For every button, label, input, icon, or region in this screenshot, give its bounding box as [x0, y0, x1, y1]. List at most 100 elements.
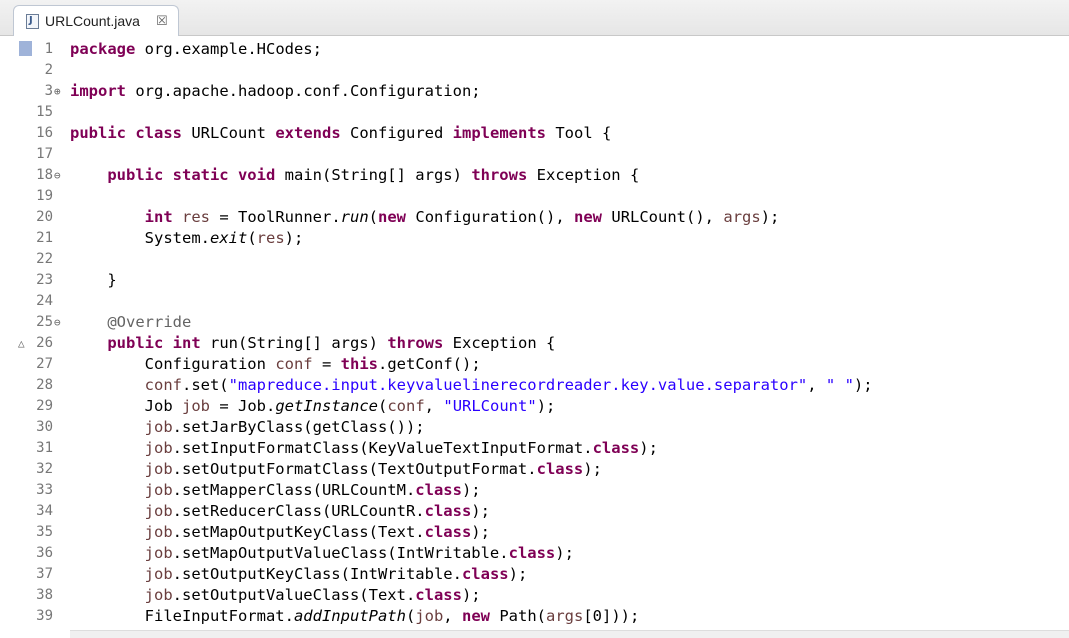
collapse-fold-icon[interactable]: ⊖: [54, 312, 61, 333]
line-number: 26: [36, 335, 53, 351]
line-number: 19: [36, 188, 53, 204]
code-editor[interactable]: 1 package org.example.HCodes; 2 3 ⊕ import or…: [0, 36, 1069, 637]
code-token: );: [471, 502, 490, 520]
code-text: }: [70, 270, 116, 291]
code-token: exit: [209, 229, 248, 247]
code-text: Job job = Job.getInstance(conf, "URLCoun…: [70, 396, 556, 417]
code-text: public int run(String[] args) throws Exc…: [70, 333, 555, 354]
code-token: org.example.HCodes;: [144, 40, 322, 58]
code-token: this: [340, 355, 378, 373]
code-token: public int: [107, 334, 201, 352]
code-token: Tool {: [555, 124, 612, 142]
code-token: throws: [471, 166, 528, 184]
code-token: job: [144, 502, 173, 520]
code-token: .setReducerClass(URLCountR.: [172, 502, 425, 520]
code-token: job: [144, 544, 173, 562]
code-token: (: [247, 229, 257, 247]
code-token: );: [583, 460, 602, 478]
code-token: class: [424, 523, 472, 541]
line-number: 33: [36, 482, 53, 498]
code-token: job: [144, 523, 173, 541]
line-number: 22: [36, 251, 53, 267]
line-number: 30: [36, 419, 53, 435]
code-token: job: [182, 397, 210, 415]
code-token: public class: [70, 124, 182, 142]
line-number: 29: [36, 398, 53, 414]
code-token: =: [321, 355, 332, 373]
line-number: 27: [36, 356, 53, 372]
line-number: 21: [36, 230, 53, 246]
code-token: run: [340, 208, 369, 226]
code-token: FileInputFormat.: [70, 607, 294, 625]
code-token: ,: [443, 607, 453, 625]
code-token: extends: [275, 124, 341, 142]
line-number: 39: [36, 608, 53, 624]
code-text: conf.set("mapreduce.input.keyvaluelinere…: [70, 375, 873, 396]
tab-title: URLCount.java: [45, 13, 140, 29]
expand-fold-icon[interactable]: ⊕: [54, 81, 61, 102]
code-text: job.setReducerClass(URLCountR.class);: [70, 501, 490, 522]
code-token: res: [256, 229, 285, 247]
code-token: job: [144, 565, 173, 583]
code-token: job: [144, 460, 173, 478]
code-token: class: [424, 502, 472, 520]
code-token: class: [415, 481, 462, 499]
line-number: 38: [36, 587, 53, 603]
line-number: 23: [36, 272, 53, 288]
code-token: .setJarByClass(getClass());: [172, 418, 425, 436]
code-text: job.setMapOutputValueClass(IntWritable.c…: [70, 543, 574, 564]
code-token: getInstance: [275, 397, 378, 415]
collapse-fold-icon[interactable]: ⊖: [54, 165, 61, 186]
code-text: public static void main(String[] args) t…: [70, 165, 639, 186]
code-token: );: [508, 565, 528, 583]
editor-tab-bar: URLCount.java ☒: [0, 0, 1069, 36]
code-token: " ": [825, 376, 854, 394]
code-token: Exception {: [536, 166, 640, 184]
code-text: import org.apache.hadoop.conf.Configurat…: [70, 81, 481, 102]
line-number: 32: [36, 461, 53, 477]
tab-urlcount-java[interactable]: URLCount.java ☒: [13, 5, 179, 36]
code-token: .setMapperClass(URLCountM.: [172, 481, 416, 499]
code-token: );: [461, 586, 481, 604]
line-number: 3: [44, 83, 53, 99]
code-token: .getConf();: [378, 355, 481, 373]
code-token: org.apache.hadoop.conf.Configuration;: [135, 82, 481, 100]
code-token: import: [70, 82, 126, 100]
code-token: new: [378, 208, 407, 226]
code-token: );: [471, 523, 490, 541]
code-token: class: [461, 565, 509, 583]
code-token: );: [461, 481, 481, 499]
code-token: (: [368, 208, 379, 226]
override-marker-icon[interactable]: △: [18, 333, 25, 354]
line-number: 28: [36, 377, 53, 393]
code-token: = ToolRunner.: [219, 208, 341, 226]
close-icon[interactable]: ☒: [156, 14, 168, 29]
code-token: conf: [275, 355, 313, 373]
code-token: );: [536, 397, 556, 415]
code-token: );: [760, 208, 780, 226]
code-token: Job: [70, 397, 173, 415]
code-token: args: [546, 607, 584, 625]
code-token: run(String[] args): [210, 334, 378, 352]
code-token: [0]));: [583, 607, 640, 625]
code-text: job.setOutputKeyClass(IntWritable.class)…: [70, 564, 528, 585]
code-text: package org.example.HCodes;: [70, 39, 322, 60]
code-token: @Override: [107, 313, 192, 331]
code-text: Configuration conf = this.getConf();: [70, 354, 481, 375]
code-token: int: [144, 208, 173, 226]
code-token: conf: [144, 376, 182, 394]
line-number: 24: [36, 293, 53, 309]
code-token: (: [378, 397, 388, 415]
code-token: .set(: [181, 376, 229, 394]
code-token: public static void: [107, 166, 276, 184]
line-number: 20: [36, 209, 53, 225]
code-text: @Override: [70, 312, 191, 333]
line-number: 15: [36, 104, 53, 120]
